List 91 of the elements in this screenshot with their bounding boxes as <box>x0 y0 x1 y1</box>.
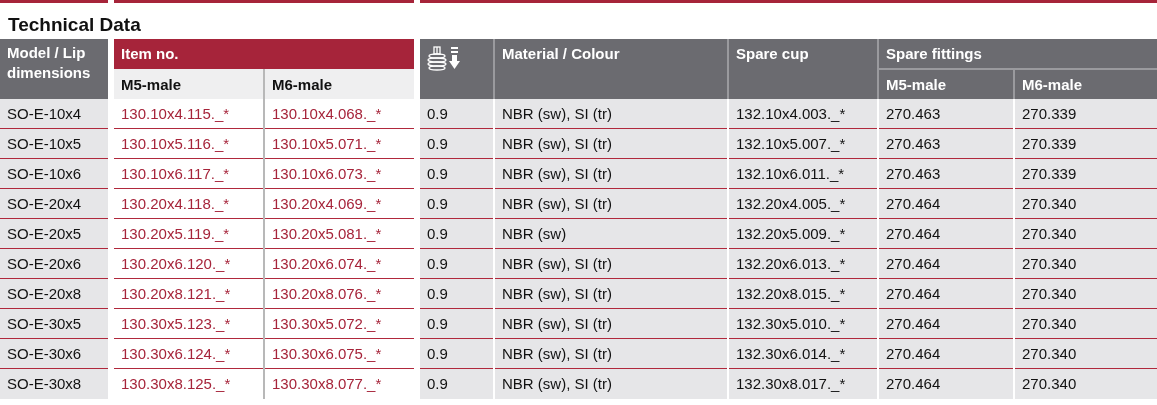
table-cell: 130.20x5.081._* <box>264 218 414 249</box>
table-cell: SO-E-20x6 <box>0 248 108 279</box>
table-cell: SO-E-20x4 <box>0 188 108 219</box>
table-cell: 132.20x4.005._* <box>728 188 878 219</box>
table-cell: 270.464 <box>878 248 1014 279</box>
table-cell: SO-E-30x8 <box>0 368 108 399</box>
table-cell: 270.340 <box>1014 368 1157 399</box>
table-cell: 270.340 <box>1014 338 1157 369</box>
table-cell: 270.339 <box>1014 99 1157 129</box>
table-cell: 132.20x5.009._* <box>728 218 878 249</box>
table-cell: 130.10x5.071._* <box>264 128 414 159</box>
table-cell: 0.9 <box>420 99 494 129</box>
column-header: M6-male <box>264 69 414 99</box>
table-cell: 132.20x8.015._* <box>728 278 878 309</box>
table-cell: 0.9 <box>420 338 494 369</box>
table-cell: 132.10x5.007._* <box>728 128 878 159</box>
table-cell: 270.464 <box>878 338 1014 369</box>
table-cell: NBR (sw), SI (tr) <box>494 248 728 279</box>
table-cell: 132.30x5.010._* <box>728 308 878 339</box>
table-cell: NBR (sw), SI (tr) <box>494 368 728 399</box>
table-cell: 132.10x4.003._* <box>728 99 878 129</box>
column-header: Item no. <box>114 39 414 69</box>
table-cell: 0.9 <box>420 248 494 279</box>
table-cell: SO-E-10x6 <box>0 158 108 189</box>
table-cell: 0.9 <box>420 368 494 399</box>
column-header: M5-male <box>114 69 264 99</box>
section-title: Technical Data <box>7 13 142 37</box>
table-cell: 132.30x6.014._* <box>728 338 878 369</box>
table-cell: 270.464 <box>878 368 1014 399</box>
table-cell: 130.20x6.074._* <box>264 248 414 279</box>
table-cell: 130.20x6.120._* <box>114 248 264 279</box>
table-cell: 132.30x8.017._* <box>728 368 878 399</box>
table-cell: 132.20x6.013._* <box>728 248 878 279</box>
table-cell: NBR (sw), SI (tr) <box>494 99 728 129</box>
column-header: Material / Colour <box>494 39 728 99</box>
table-cell: NBR (sw), SI (tr) <box>494 128 728 159</box>
table-cell: 0.9 <box>420 188 494 219</box>
table-cell: 270.464 <box>878 308 1014 339</box>
table-cell: SO-E-30x6 <box>0 338 108 369</box>
table-cell: 270.340 <box>1014 308 1157 339</box>
column-header: Spare cup <box>728 39 878 99</box>
table-cell: 132.10x6.011._* <box>728 158 878 189</box>
table-cell: 0.9 <box>420 308 494 339</box>
table-cell: 130.20x4.118._* <box>114 188 264 219</box>
table-cell: NBR (sw), SI (tr) <box>494 338 728 369</box>
table-cell: 270.340 <box>1014 278 1157 309</box>
column-header: M6-male <box>1014 69 1157 99</box>
table-cell: 130.30x8.077._* <box>264 368 414 399</box>
column-header: M5-male <box>878 69 1014 99</box>
table-cell: 270.464 <box>878 278 1014 309</box>
table-cell: 270.340 <box>1014 188 1157 219</box>
table-cell: 130.10x6.117._* <box>114 158 264 189</box>
column-header: Spare fittings <box>878 39 1157 69</box>
table-cell: 130.20x8.076._* <box>264 278 414 309</box>
table-cell: 270.339 <box>1014 158 1157 189</box>
table-cell: 0.9 <box>420 128 494 159</box>
table-cell: 0.9 <box>420 278 494 309</box>
table-cell: 270.340 <box>1014 248 1157 279</box>
table-cell: 130.20x4.069._* <box>264 188 414 219</box>
table-cell: SO-E-10x5 <box>0 128 108 159</box>
table-cell: 0.9 <box>420 158 494 189</box>
table-cell: 130.30x6.124._* <box>114 338 264 369</box>
table-cell: 270.464 <box>878 218 1014 249</box>
table-cell: SO-E-20x8 <box>0 278 108 309</box>
table-cell: 130.10x4.115._* <box>114 99 264 129</box>
table-cell: 270.339 <box>1014 128 1157 159</box>
table-cell: 130.10x5.116._* <box>114 128 264 159</box>
table-cell: NBR (sw), SI (tr) <box>494 278 728 309</box>
table-cell: 130.10x4.068._* <box>264 99 414 129</box>
table-cell: SO-E-10x4 <box>0 99 108 129</box>
table-cell: 270.464 <box>878 188 1014 219</box>
table-cell: 270.340 <box>1014 218 1157 249</box>
bellows-arrow-icon <box>427 46 463 72</box>
table-cell: 130.30x5.072._* <box>264 308 414 339</box>
table-cell: 130.20x5.119._* <box>114 218 264 249</box>
table-cell: SO-E-20x5 <box>0 218 108 249</box>
table-cell: NBR (sw) <box>494 218 728 249</box>
table-cell: 270.463 <box>878 128 1014 159</box>
table-cell: 130.20x8.121._* <box>114 278 264 309</box>
column-header: Model / Lip dimensions <box>0 39 108 99</box>
table-cell: SO-E-30x5 <box>0 308 108 339</box>
table-cell: 130.10x6.073._* <box>264 158 414 189</box>
table-cell: 270.463 <box>878 99 1014 129</box>
table-cell: 130.30x8.125._* <box>114 368 264 399</box>
table-cell: NBR (sw), SI (tr) <box>494 188 728 219</box>
table-cell: 0.9 <box>420 218 494 249</box>
table-cell: 130.30x5.123._* <box>114 308 264 339</box>
table-cell: NBR (sw), SI (tr) <box>494 158 728 189</box>
table-cell: 270.463 <box>878 158 1014 189</box>
table-cell: NBR (sw), SI (tr) <box>494 308 728 339</box>
table-cell: 130.30x6.075._* <box>264 338 414 369</box>
